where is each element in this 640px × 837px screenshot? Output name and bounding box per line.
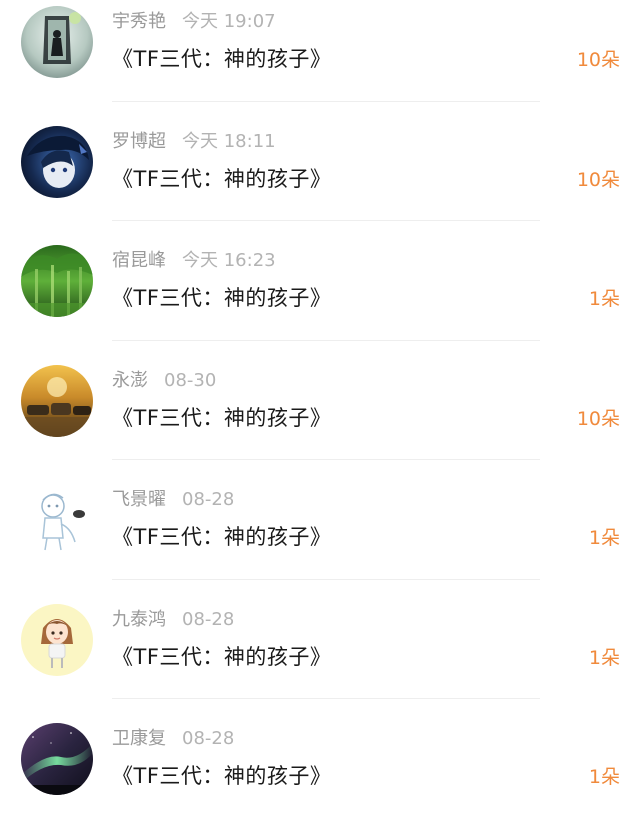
gift-time: 08-30 [164,369,217,391]
anime-boy-icon [21,125,93,198]
list-item[interactable]: 飞景曜 08-28 《TF三代：神的孩子》 1朵 [0,478,640,598]
sender-name[interactable]: 卫康复 [112,728,166,749]
book-title[interactable]: 《TF三代：神的孩子》 [112,164,331,194]
row-divider [112,100,540,102]
sender-meta: 永澎 08-30 [112,369,216,393]
golden-cars-icon [21,364,93,437]
list-item[interactable]: 宿昆峰 今天 16:23 《TF三代：神的孩子》 1朵 [0,239,640,359]
sender-name[interactable]: 宿昆峰 [112,250,166,271]
gift-time: 08-28 [182,608,235,630]
sender-name[interactable]: 九泰鸿 [112,609,166,630]
list-item[interactable]: 九泰鸿 08-28 《TF三代：神的孩子》 1朵 [0,598,640,718]
flower-count: 1朵 [588,527,620,549]
sender-meta: 宇秀艳 今天 19:07 [112,10,276,34]
gift-time: 今天 16:23 [182,250,276,271]
avatar[interactable] [21,723,93,795]
gift-time: 08-28 [182,728,235,749]
gift-record-list: 宇秀艳 今天 19:07 《TF三代：神的孩子》 10朵 罗博超 今天 18:1… [0,0,640,813]
row-divider [112,459,540,460]
book-title[interactable]: 《TF三代：神的孩子》 [112,642,331,672]
list-item[interactable]: 宇秀艳 今天 19:07 《TF三代：神的孩子》 10朵 [0,0,640,120]
book-title[interactable]: 《TF三代：神的孩子》 [112,283,331,313]
flower-count: 1朵 [588,288,620,310]
sender-meta: 罗博超 今天 18:11 [112,130,276,154]
flower-count: 10朵 [576,407,620,430]
gift-time: 今天 18:11 [182,130,276,152]
sender-name[interactable]: 罗博超 [112,131,166,152]
flower-count: 1朵 [588,646,620,669]
sender-name[interactable]: 永澎 [112,370,148,391]
aurora-sky-icon [21,723,93,795]
list-item[interactable]: 永澎 08-30 《TF三代：神的孩子》 10朵 [0,359,640,479]
row-divider [112,578,540,580]
gift-time: 今天 19:07 [182,11,276,32]
sender-name[interactable]: 飞景曜 [112,489,166,510]
avatar[interactable] [21,484,93,556]
flower-count: 10朵 [576,168,620,191]
flower-count: 1朵 [588,766,620,788]
book-title[interactable]: 《TF三代：神的孩子》 [112,44,331,74]
sketch-character-icon [21,484,93,556]
sender-meta: 九泰鸿 08-28 [112,608,234,632]
avatar[interactable] [21,6,93,78]
flower-count: 10朵 [576,49,620,71]
row-divider [112,698,540,699]
list-item[interactable]: 卫康复 08-28 《TF三代：神的孩子》 1朵 [0,717,640,837]
avatar[interactable] [21,603,93,676]
gift-time: 08-28 [182,489,235,510]
green-forest-icon [21,245,93,317]
book-title[interactable]: 《TF三代：神的孩子》 [112,403,331,433]
sender-meta: 飞景曜 08-28 [112,488,234,512]
lamp-silhouette-icon [21,6,93,78]
avatar[interactable] [21,245,93,317]
list-item[interactable]: 罗博超 今天 18:11 《TF三代：神的孩子》 10朵 [0,120,640,240]
book-title[interactable]: 《TF三代：神的孩子》 [112,522,331,552]
avatar[interactable] [21,364,93,437]
sender-meta: 宿昆峰 今天 16:23 [112,249,276,273]
sender-name[interactable]: 宇秀艳 [112,11,166,32]
avatar[interactable] [21,125,93,198]
row-divider [112,220,540,221]
cartoon-girl-icon [21,603,93,676]
sender-meta: 卫康复 08-28 [112,727,234,751]
row-divider [112,339,540,341]
book-title[interactable]: 《TF三代：神的孩子》 [112,761,331,791]
